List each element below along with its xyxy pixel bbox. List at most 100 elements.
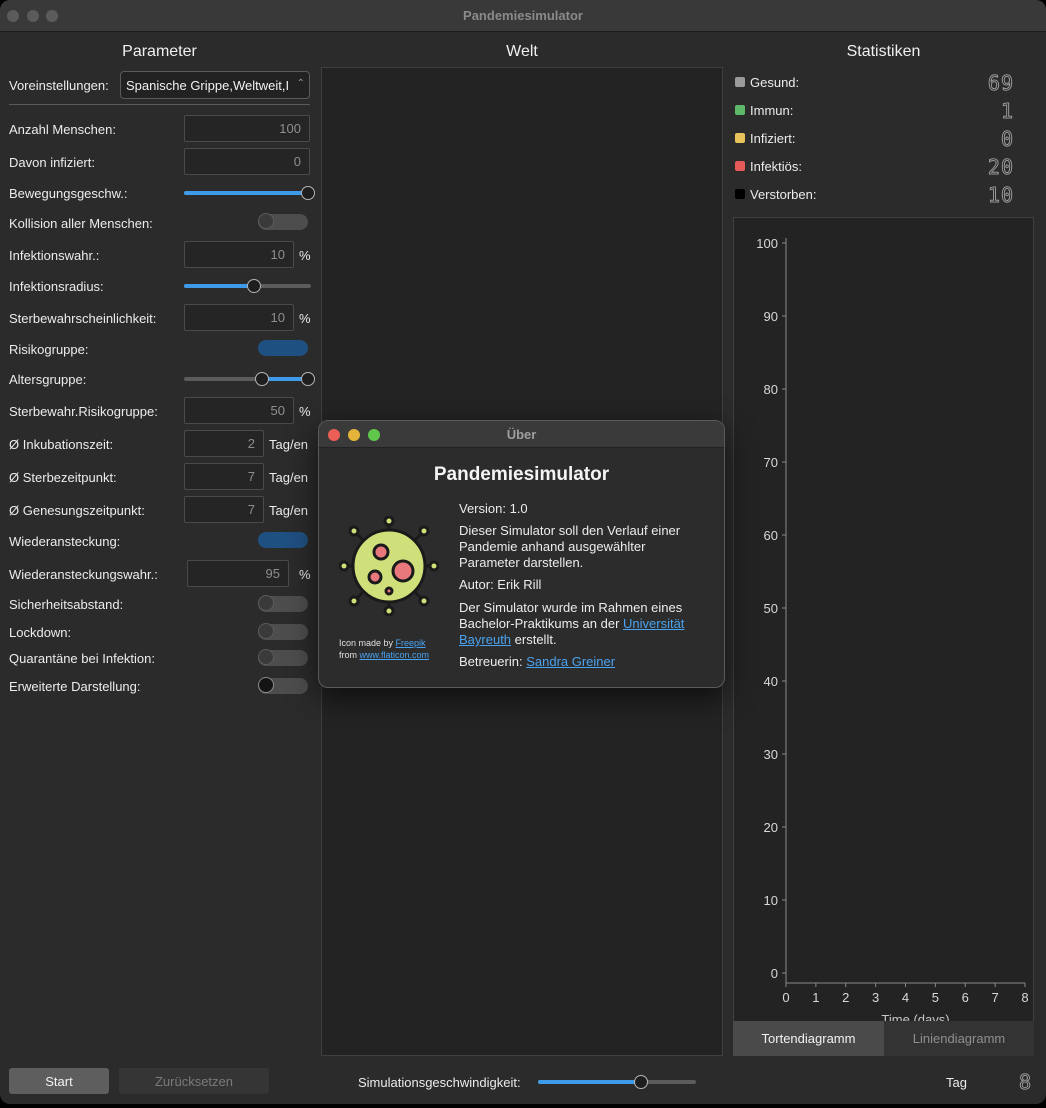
x-tick-label: 3 (872, 990, 879, 1005)
people-input[interactable]: 100 (184, 115, 310, 142)
risk-death-label: Sterbewahr.Risikogruppe: (9, 404, 158, 419)
virus-icon (339, 516, 439, 616)
about-supervisor: Betreuerin: Sandra Greiner (459, 654, 709, 670)
collision-toggle[interactable] (258, 213, 308, 230)
reinfection-prob-input[interactable]: 95 (187, 560, 289, 587)
inf-radius-slider[interactable] (184, 279, 311, 293)
death-time-label: Ø Sterbezeitpunkt: (9, 470, 117, 485)
chart-tabs: Tortendiagramm Liniendiagramm (733, 1021, 1034, 1056)
about-title: Über (506, 427, 537, 442)
infected-lcd: 0 (1000, 127, 1014, 152)
distance-label: Sicherheitsabstand: (9, 597, 124, 612)
infected-color-swatch (735, 133, 745, 143)
collision-label: Kollision aller Menschen: (9, 216, 153, 231)
y-tick-label: 70 (764, 455, 778, 470)
dead-lcd: 10 (987, 183, 1014, 208)
x-tick-label: 6 (962, 990, 969, 1005)
reinfection-label: Wiederansteckung: (9, 534, 121, 549)
x-tick-label: 0 (782, 990, 789, 1005)
risk-death-unit: % (299, 404, 311, 419)
inf-prob-label: Infektionswahr.: (9, 248, 100, 263)
stats-heading: Statistiken (846, 43, 921, 60)
extended-label: Erweiterte Darstellung: (9, 679, 141, 694)
recovery-label: Ø Genesungszeitpunkt: (9, 503, 145, 518)
supervisor-label: Betreuerin: (459, 654, 527, 669)
tab-line-chart[interactable]: Liniendiagramm (884, 1021, 1034, 1056)
preset-value: Spanische Grippe,Weltweit,I (126, 78, 290, 93)
sim-speed-slider[interactable] (538, 1075, 696, 1089)
age-group-label: Altersgruppe: (9, 372, 87, 387)
quarantine-toggle[interactable] (258, 649, 308, 666)
line-chart-panel: 0 10 20 30 40 50 60 70 80 90 100 0 1 2 3 4 5 6 7 8 Time (day… (733, 217, 1034, 1027)
death-time-unit: Tag/en (269, 470, 309, 485)
y-tick-label: 30 (764, 747, 778, 762)
toggle-knob (258, 213, 274, 229)
inf-prob-input[interactable]: 10 (184, 241, 294, 268)
lockdown-label: Lockdown: (9, 625, 72, 640)
death-prob-input[interactable]: 10 (184, 304, 294, 331)
incubation-input[interactable]: 2 (184, 430, 264, 457)
age-group-range-slider[interactable] (184, 372, 315, 386)
window-title: Pandemiesimulator (463, 8, 583, 23)
x-tick-label: 5 (932, 990, 939, 1005)
slider-fill (538, 1080, 641, 1084)
infected-label: Infiziert: (750, 131, 796, 146)
slider-knob[interactable] (301, 186, 315, 200)
x-tick-label: 4 (902, 990, 909, 1005)
people-label: Anzahl Menschen: (9, 122, 116, 137)
supervisor-link[interactable]: Sandra Greiner (526, 654, 615, 669)
y-tick-label: 100 (756, 236, 778, 251)
reset-button[interactable]: Zurücksetzen (119, 1068, 269, 1094)
dead-label: Verstorben: (750, 187, 817, 202)
death-time-input[interactable]: 7 (184, 463, 264, 490)
incubation-label: Ø Inkubationszeit: (9, 437, 114, 452)
slider-knob[interactable] (633, 1075, 648, 1089)
tab-pie-chart[interactable]: Tortendiagramm (733, 1021, 884, 1056)
icon-credit: Icon made by Freepik from www.flaticon.c… (339, 637, 429, 661)
lockdown-toggle[interactable] (258, 623, 308, 640)
chevron-updown-icon: ⌃ (296, 78, 305, 89)
extended-toggle[interactable] (258, 677, 308, 694)
title-bar: Pandemiesimulator (0, 0, 1046, 32)
slider-fill (184, 191, 308, 195)
x-tick-label: 1 (812, 990, 819, 1005)
reinfection-toggle[interactable] (258, 532, 308, 548)
distance-toggle[interactable] (258, 595, 308, 612)
credit-from-text: from (339, 650, 360, 660)
about-context: Der Simulator wurde im Rahmen eines Bach… (459, 600, 709, 648)
risk-death-input[interactable]: 50 (184, 397, 294, 424)
y-tick-label: 0 (771, 966, 778, 981)
x-tick-label: 7 (992, 990, 999, 1005)
start-button[interactable]: Start (9, 1068, 109, 1094)
x-tick-label: 2 (842, 990, 849, 1005)
flaticon-link[interactable]: www.flaticon.com (360, 650, 430, 660)
main-window: Pandemiesimulator Parameter Welt Statist… (0, 0, 1046, 1104)
credit-text: Icon made by (339, 638, 396, 648)
about-dialog: Über Pandemiesimulator Icon made by Free… (318, 420, 725, 688)
y-tick-label: 10 (764, 893, 778, 908)
day-label: Tag (946, 1075, 967, 1090)
preset-select[interactable]: Spanische Grippe,Weltweit,I ⌃ (120, 71, 310, 99)
line-chart: 01020304050607080901000 1 2 3 4 5 6 7 8Time (day… (756, 236, 1028, 1027)
x-tick-label: 8 (1021, 990, 1028, 1005)
context-suffix: erstellt. (511, 632, 557, 647)
divider (9, 104, 310, 105)
range-knob-min[interactable] (255, 372, 270, 386)
risk-group-label: Risikogruppe: (9, 342, 89, 357)
recovery-input[interactable]: 7 (184, 496, 264, 523)
world-heading: Welt (506, 43, 538, 60)
risk-group-toggle[interactable] (258, 340, 308, 356)
healthy-color-swatch (735, 77, 745, 87)
range-knob-max[interactable] (301, 372, 315, 386)
preset-label: Voreinstellungen: (9, 78, 109, 93)
infected-start-input[interactable]: 0 (184, 148, 310, 175)
y-tick-label: 60 (764, 528, 778, 543)
immune-color-swatch (735, 105, 745, 115)
healthy-label: Gesund: (750, 75, 800, 90)
slider-knob[interactable] (246, 279, 261, 293)
y-tick-label: 90 (764, 309, 778, 324)
freepik-link[interactable]: Freepik (396, 638, 426, 648)
toggle-knob (258, 677, 274, 693)
reinfection-prob-unit: % (299, 567, 311, 582)
speed-slider[interactable] (184, 186, 315, 200)
